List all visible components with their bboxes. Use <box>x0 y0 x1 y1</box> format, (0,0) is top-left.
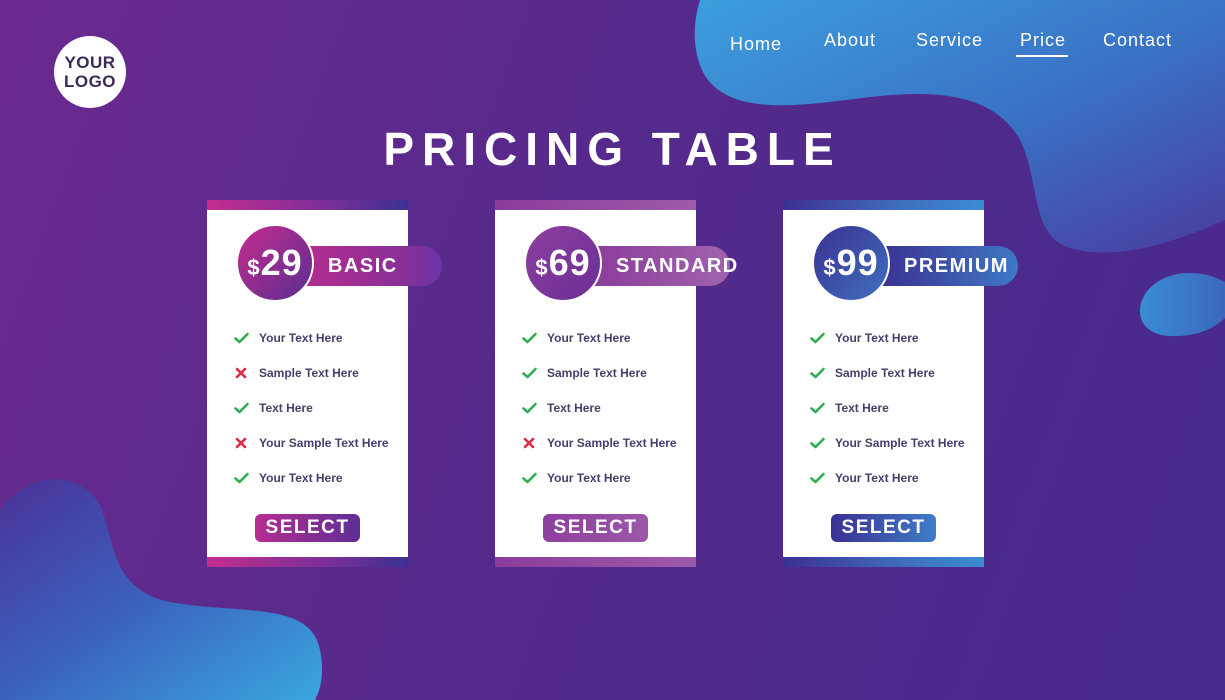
pricing-card-standard: $ 69 STANDARD Your Text Here Sample Text … <box>495 200 737 567</box>
check-icon <box>231 398 251 418</box>
select-button-premium[interactable]: SELECT <box>831 514 936 542</box>
cross-icon <box>519 433 539 453</box>
right-edge-dot <box>1139 272 1225 337</box>
plan-name: PREMIUM <box>880 246 1018 286</box>
nav-home[interactable]: Home <box>730 34 782 59</box>
feature-item: Your Text Here <box>807 460 982 495</box>
pricing-card-basic: $ 29 BASIC Your Text Here Sample Text Her… <box>207 200 442 567</box>
main-nav: Home About Service Price Contact <box>0 30 1225 60</box>
feature-text: Your Text Here <box>259 470 343 485</box>
price-badge: $ 29 <box>236 224 314 302</box>
feature-item: Sample Text Here <box>807 355 982 390</box>
price-badge: $ 69 <box>524 224 602 302</box>
feature-text: Your Text Here <box>835 470 919 485</box>
feature-item: Your Text Here <box>519 320 694 355</box>
feature-list: Your Text Here Sample Text Here Text Here Y… <box>519 320 694 495</box>
price-amount: 69 <box>548 242 591 283</box>
feature-text: Your Sample Text Here <box>835 435 965 450</box>
card-bottom-bar <box>207 557 408 567</box>
feature-text: Your Sample Text Here <box>547 435 677 450</box>
feature-item: Text Here <box>807 390 982 425</box>
select-button-basic[interactable]: SELECT <box>255 514 360 542</box>
feature-item: Your Text Here <box>231 460 406 495</box>
price-currency: $ <box>823 255 836 280</box>
feature-item: Your Sample Text Here <box>231 425 406 460</box>
nav-contact[interactable]: Contact <box>1103 30 1172 55</box>
pricing-card-premium: $ 99 PREMIUM Your Text Here Sample Text H… <box>783 200 1018 567</box>
feature-list: Your Text Here Sample Text Here Text Here Y… <box>231 320 406 495</box>
check-icon <box>231 328 251 348</box>
feature-list: Your Text Here Sample Text Here Text Here Y… <box>807 320 982 495</box>
check-icon <box>519 328 539 348</box>
check-icon <box>807 398 827 418</box>
card-bottom-bar <box>495 557 696 567</box>
logo-line-2: LOGO <box>63 72 117 91</box>
feature-text: Your Text Here <box>547 470 631 485</box>
card-top-bar <box>495 200 696 210</box>
card-top-bar <box>207 200 408 210</box>
feature-text: Text Here <box>547 400 601 415</box>
check-icon <box>519 468 539 488</box>
cross-icon <box>231 363 251 383</box>
feature-text: Text Here <box>259 400 313 415</box>
feature-text: Your Text Here <box>259 330 343 345</box>
feature-item: Your Sample Text Here <box>519 425 694 460</box>
feature-text: Your Text Here <box>547 330 631 345</box>
nav-price[interactable]: Price <box>1016 30 1069 57</box>
cross-icon <box>231 433 251 453</box>
feature-item: Sample Text Here <box>519 355 694 390</box>
feature-item: Your Text Here <box>807 320 982 355</box>
feature-text: Your Text Here <box>835 330 919 345</box>
plan-name: BASIC <box>304 246 442 286</box>
feature-item: Text Here <box>519 390 694 425</box>
price-currency: $ <box>247 255 260 280</box>
feature-item: Text Here <box>231 390 406 425</box>
card-bottom-bar <box>783 557 984 567</box>
feature-item: Your Text Here <box>519 460 694 495</box>
price-amount: 99 <box>836 242 879 283</box>
feature-item: Sample Text Here <box>231 355 406 390</box>
select-button-standard[interactable]: SELECT <box>543 514 648 542</box>
feature-text: Text Here <box>835 400 889 415</box>
check-icon <box>807 468 827 488</box>
feature-text: Sample Text Here <box>547 365 647 380</box>
feature-text: Sample Text Here <box>835 365 935 380</box>
nav-about[interactable]: About <box>824 30 876 55</box>
feature-item: Your Sample Text Here <box>807 425 982 460</box>
check-icon <box>231 468 251 488</box>
nav-service[interactable]: Service <box>916 30 983 55</box>
feature-text: Your Sample Text Here <box>259 435 389 450</box>
check-icon <box>519 398 539 418</box>
feature-text: Sample Text Here <box>259 365 359 380</box>
check-icon <box>807 363 827 383</box>
check-icon <box>519 363 539 383</box>
plan-name: STANDARD <box>592 246 737 286</box>
check-icon <box>807 328 827 348</box>
price-amount: 29 <box>260 242 303 283</box>
price-currency: $ <box>535 255 548 280</box>
check-icon <box>807 433 827 453</box>
page-title: PRICING TABLE <box>383 123 842 175</box>
card-top-bar <box>783 200 984 210</box>
price-badge: $ 99 <box>812 224 890 302</box>
feature-item: Your Text Here <box>231 320 406 355</box>
